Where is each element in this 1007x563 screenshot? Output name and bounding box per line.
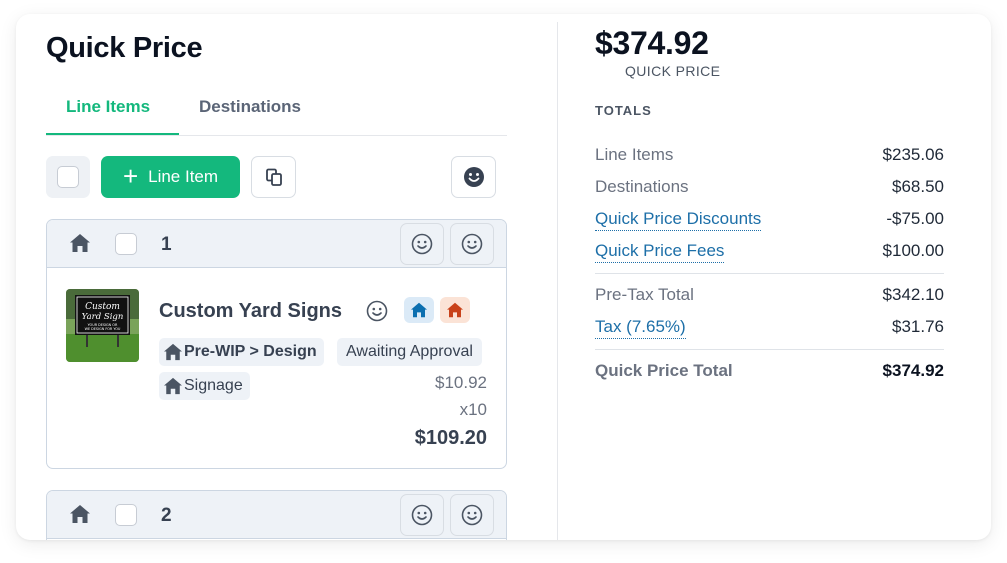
copy-icon <box>265 168 282 186</box>
line-total: $109.20 <box>414 427 487 449</box>
product-thumbnail[interactable]: Custom Yard Sign YOUR DESIGN OR WE DESIG… <box>66 289 139 362</box>
pane-divider <box>557 22 558 540</box>
home-icon <box>164 377 182 395</box>
home-icon <box>70 505 90 523</box>
line-item-number: 1 <box>161 234 172 255</box>
summary-divider <box>595 273 944 274</box>
summary-value: $68.50 <box>892 177 944 196</box>
home-badge-blue[interactable] <box>404 297 434 323</box>
quick-price-caption: QUICK PRICE <box>625 63 721 79</box>
line-item-card: 1 Custom Yard Sign YOUR DESIGN OR WE DES… <box>46 219 507 469</box>
add-line-item-button[interactable]: + Line Item <box>101 156 240 198</box>
status-tag-stage[interactable]: Pre-WIP > Design <box>159 338 324 366</box>
line-item-header: 1 <box>47 220 506 268</box>
select-all-checkbox[interactable] <box>57 166 79 188</box>
summary-label: Pre-Tax Total <box>595 285 694 304</box>
summary-row-discounts: Quick Price Discounts -$75.00 <box>595 209 944 233</box>
tax-link[interactable]: Tax (7.65%) <box>595 317 686 339</box>
summary-row-line-items: Line Items $235.06 <box>595 145 944 169</box>
thumb-line-4: WE DESIGN FOR YOU <box>85 327 121 331</box>
select-all-wrapper[interactable] <box>46 156 90 198</box>
line-item-reaction-button[interactable] <box>400 223 444 265</box>
smiley-outline-icon <box>461 233 483 255</box>
line-item-card: 2 <box>46 490 507 540</box>
summary-label: Quick Price Total <box>595 361 733 380</box>
page-title: Quick Price <box>46 32 203 64</box>
home-icon <box>70 234 90 252</box>
tab-bar: Line Items Destinations <box>46 94 507 136</box>
line-item-number: 2 <box>161 505 172 526</box>
summary-value: $374.92 <box>882 361 944 380</box>
summary-value: $100.00 <box>882 241 944 260</box>
totals-heading: TOTALS <box>595 103 652 118</box>
summary-row-destinations: Destinations $68.50 <box>595 177 944 201</box>
home-badge-orange[interactable] <box>440 297 470 323</box>
line-item-checkbox[interactable] <box>115 233 137 255</box>
add-line-item-label: Line Item <box>148 167 219 186</box>
plus-icon: + <box>122 161 139 191</box>
unit-price: $10.92 <box>435 373 487 392</box>
copy-button[interactable] <box>251 156 296 198</box>
tab-destinations[interactable]: Destinations <box>199 94 301 136</box>
summary-label: Destinations <box>595 177 689 196</box>
smiley-outline-icon <box>461 504 483 526</box>
summary-row-pretax: Pre-Tax Total $342.10 <box>595 285 944 309</box>
summary-value: $235.06 <box>882 145 944 164</box>
discounts-link[interactable]: Quick Price Discounts <box>595 209 762 231</box>
line-item-checkbox[interactable] <box>115 504 137 526</box>
summary-label: Line Items <box>595 145 674 164</box>
smiley-icon <box>463 167 484 187</box>
line-item-header: 2 <box>47 491 506 539</box>
status-tag-approval[interactable]: Awaiting Approval <box>337 338 482 366</box>
smiley-outline-icon <box>411 233 433 255</box>
status-tag-stage-label: Pre-WIP > Design <box>184 343 317 360</box>
category-tag[interactable]: Signage <box>159 372 250 400</box>
line-item-reaction-button-2[interactable] <box>450 223 494 265</box>
summary-value: $31.76 <box>892 317 944 336</box>
line-item-reaction-button-2[interactable] <box>450 494 494 536</box>
reaction-button[interactable] <box>451 156 496 198</box>
line-item-reaction-button[interactable] <box>400 494 444 536</box>
summary-row-grand-total: Quick Price Total $374.92 <box>595 361 944 385</box>
quick-price-total-amount: $374.92 <box>595 25 709 61</box>
summary-value: -$75.00 <box>886 209 944 228</box>
summary-row-tax: Tax (7.65%) $31.76 <box>595 317 944 341</box>
home-icon <box>411 302 427 318</box>
home-icon <box>447 302 463 318</box>
quick-price-panel: Quick Price Line Items Destinations + Li… <box>16 14 991 540</box>
summary-row-fees: Quick Price Fees $100.00 <box>595 241 944 265</box>
smiley-outline-icon <box>411 504 433 526</box>
fees-link[interactable]: Quick Price Fees <box>595 241 725 263</box>
thumb-line-1: Custom <box>85 302 120 312</box>
quantity: x10 <box>459 400 487 419</box>
product-name[interactable]: Custom Yard Signs <box>159 300 342 323</box>
line-items-toolbar: + Line Item <box>46 156 496 198</box>
thumb-line-2: Yard Sign <box>82 312 124 322</box>
home-icon <box>164 343 182 361</box>
smiley-outline-icon[interactable] <box>366 300 388 322</box>
summary-value: $342.10 <box>882 285 944 304</box>
summary-divider <box>595 349 944 350</box>
category-tag-label: Signage <box>184 377 243 394</box>
active-tab-indicator <box>46 133 179 135</box>
tab-line-items[interactable]: Line Items <box>66 94 150 136</box>
